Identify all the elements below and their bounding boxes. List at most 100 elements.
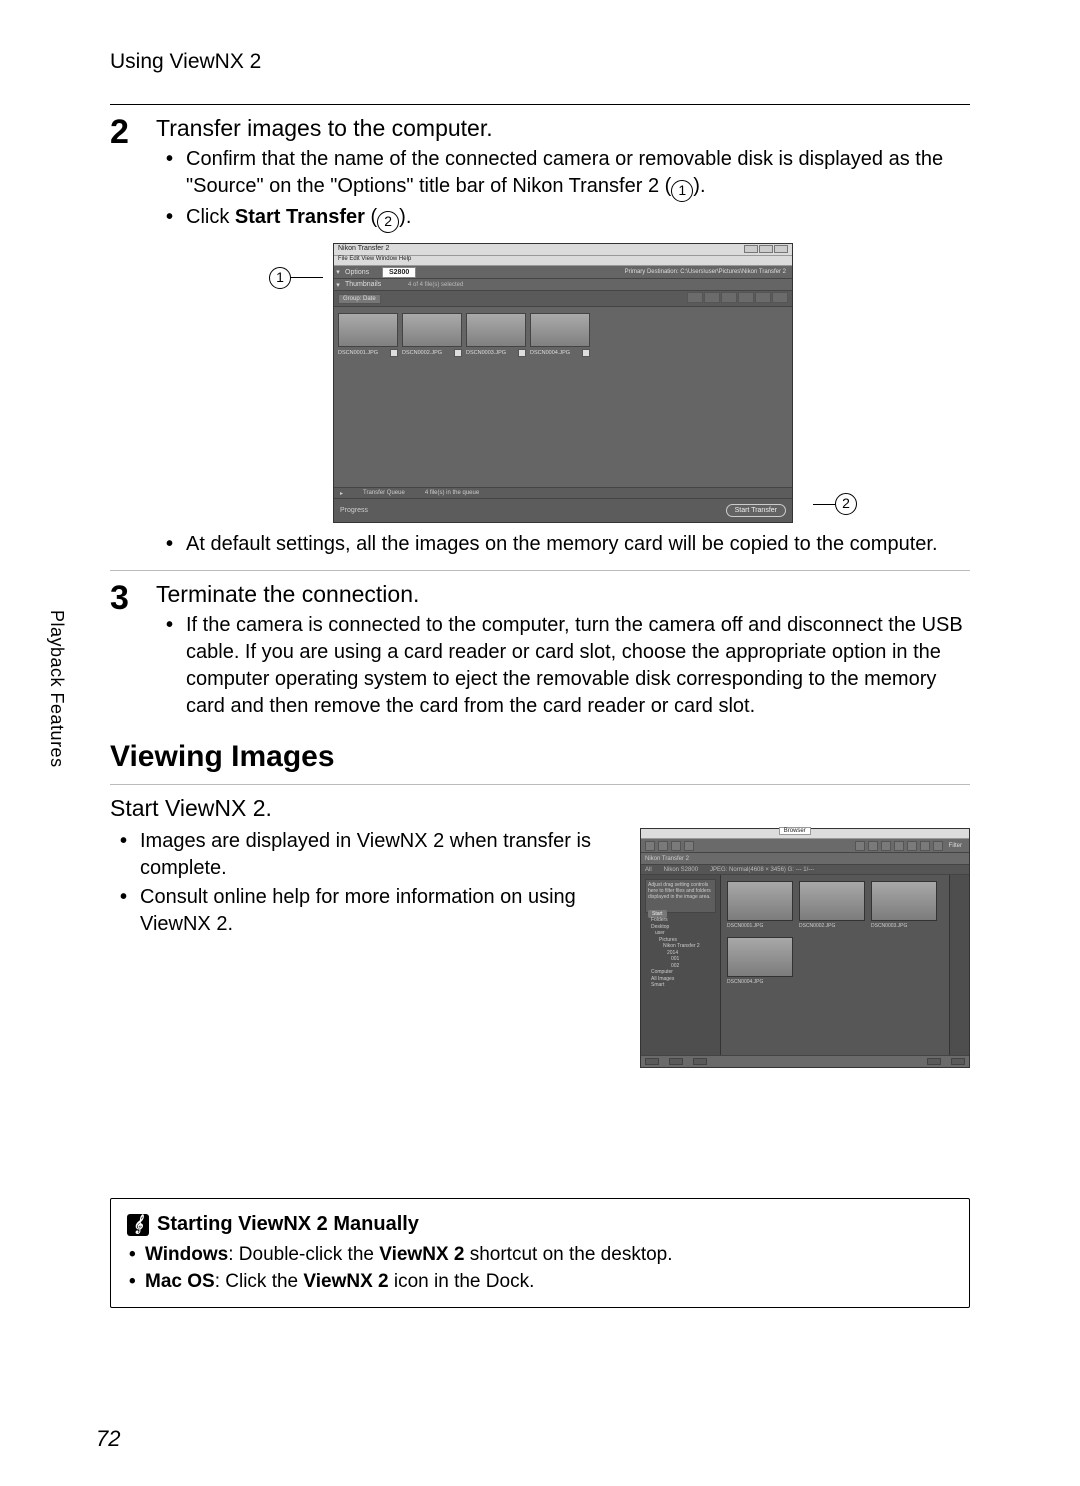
note-title: Starting ViewNX 2 Manually bbox=[157, 1213, 419, 1236]
vnx2-thumbnail-area: DSCN0001.JPG DSCN0002.JPG DSCN0003.JPG D… bbox=[721, 875, 949, 1055]
group-by-select[interactable]: Group: Date bbox=[338, 294, 381, 304]
thumbnail-item[interactable]: DSCN0004.JPG bbox=[727, 937, 793, 985]
thumbnail-name: DSCN0004.JPG bbox=[530, 350, 570, 356]
thumbnail-name: DSCN0002.JPG bbox=[799, 923, 865, 929]
thumbnail-image bbox=[402, 313, 462, 347]
thumbnail-image bbox=[727, 937, 793, 977]
thumbnail-item[interactable]: DSCN0002.JPG bbox=[402, 313, 462, 357]
progress-label: Progress bbox=[340, 507, 726, 514]
thumbnail-item[interactable]: DSCN0003.JPG bbox=[466, 313, 526, 357]
screenshot-nikon-transfer-2: 1 Nikon Transfer 2 File Edit View Window… bbox=[313, 243, 813, 523]
thumbnail-image bbox=[727, 881, 793, 921]
toolbar-icon[interactable] bbox=[894, 841, 904, 851]
step-2-bullet-2: Click Start Transfer (2). bbox=[166, 204, 970, 233]
vnx2-titlebar: Browser bbox=[641, 829, 969, 839]
divider bbox=[110, 104, 970, 105]
options-label: Options bbox=[342, 269, 382, 276]
thumbnail-item[interactable]: DSCN0003.JPG bbox=[871, 881, 937, 929]
status-segment[interactable] bbox=[669, 1058, 683, 1065]
sidebar-panel: Adjust drag setting controls here to fil… bbox=[645, 879, 716, 913]
step-3-heading: Terminate the connection. bbox=[156, 581, 970, 608]
thumbnail-name: DSCN0004.JPG bbox=[727, 979, 793, 985]
collapse-icon[interactable]: ▸ bbox=[340, 490, 343, 497]
thumbnail-item[interactable]: DSCN0004.JPG bbox=[530, 313, 590, 357]
workspace-tab[interactable]: Browser bbox=[779, 827, 811, 835]
window-buttons[interactable] bbox=[743, 245, 788, 254]
filter-all[interactable]: All bbox=[645, 867, 652, 873]
toolbar-icon[interactable] bbox=[920, 841, 930, 851]
text: Click bbox=[186, 206, 235, 228]
toolbar-icon[interactable] bbox=[868, 841, 878, 851]
thumbnail-checkbox[interactable] bbox=[390, 349, 398, 357]
thumbnails-label: Thumbnails bbox=[342, 281, 402, 288]
thumbnail-item[interactable]: DSCN0001.JPG bbox=[338, 313, 398, 357]
callout-1-icon: 1 bbox=[269, 267, 291, 289]
options-destination-text: Primary Destination: C:\Users\user\Pictu… bbox=[416, 269, 792, 275]
vnx2-toolbar: Filter bbox=[641, 839, 969, 853]
status-segment[interactable] bbox=[645, 1058, 659, 1065]
toolbar-icon[interactable] bbox=[645, 841, 655, 851]
camera-name: Nikon S2800 bbox=[664, 867, 698, 873]
toolbar-icon[interactable] bbox=[684, 841, 694, 851]
thumbnail-name: DSCN0001.JPG bbox=[727, 923, 793, 929]
thumbnail-name: DSCN0003.JPG bbox=[871, 923, 937, 929]
viewing-bullet-2: Consult online help for more information… bbox=[120, 884, 600, 938]
nt2-queue-bar: ▸ Transfer Queue 4 file(s) in the queue bbox=[334, 487, 792, 498]
text: ). bbox=[693, 175, 705, 197]
thumbnail-checkbox[interactable] bbox=[582, 349, 590, 357]
toolbar-icon[interactable] bbox=[881, 841, 891, 851]
text: ). bbox=[399, 206, 411, 228]
callout-2-icon: 2 bbox=[835, 493, 857, 515]
nt2-bottom-bar: Progress Start Transfer bbox=[334, 498, 792, 522]
thumbnail-item[interactable]: DSCN0002.JPG bbox=[799, 881, 865, 929]
toolbar-icon[interactable] bbox=[907, 841, 917, 851]
breadcrumb[interactable]: Nikon Transfer 2 bbox=[645, 856, 689, 862]
status-segment[interactable] bbox=[693, 1058, 707, 1065]
text-bold: ViewNX 2 bbox=[303, 1271, 388, 1292]
text: : Click the bbox=[215, 1271, 304, 1292]
toolbar-icon[interactable] bbox=[658, 841, 668, 851]
toolbar-icon[interactable] bbox=[671, 841, 681, 851]
thumbnail-image bbox=[799, 881, 865, 921]
callout-ref-2-icon: 2 bbox=[377, 211, 399, 233]
window-title: Nikon Transfer 2 bbox=[338, 245, 389, 254]
thumbnail-checkbox[interactable] bbox=[518, 349, 526, 357]
queue-label: Transfer Queue bbox=[363, 490, 405, 496]
vnx2-status-bar bbox=[641, 1055, 969, 1067]
text-bold: Windows bbox=[145, 1244, 228, 1265]
toolbar-icon[interactable] bbox=[933, 841, 943, 851]
nt2-options-bar: ▾ Options S2800 Primary Destination: C:\… bbox=[334, 266, 792, 279]
nt2-menu-bar[interactable]: File Edit View Window Help bbox=[334, 256, 792, 266]
image-info: JPEG: Normal(4608 × 3456) G: --- 1/--- bbox=[710, 867, 814, 873]
thumbnail-item[interactable]: DSCN0001.JPG bbox=[727, 881, 793, 929]
page-number: 72 bbox=[96, 1426, 120, 1452]
text: Confirm that the name of the connected c… bbox=[186, 148, 943, 197]
tree-item[interactable]: Smart bbox=[645, 982, 716, 989]
thumbnail-image bbox=[530, 313, 590, 347]
thumbnail-checkbox[interactable] bbox=[454, 349, 462, 357]
thumbnail-image bbox=[338, 313, 398, 347]
filter-label[interactable]: Filter bbox=[946, 843, 965, 849]
text-bold: Mac OS bbox=[145, 1271, 215, 1292]
step-2-heading: Transfer images to the computer. bbox=[156, 115, 970, 142]
vnx2-breadcrumb-bar: Nikon Transfer 2 bbox=[641, 853, 969, 865]
collapse-icon[interactable]: ▾ bbox=[334, 268, 342, 276]
text: shortcut on the desktop. bbox=[464, 1244, 672, 1265]
start-transfer-button[interactable]: Start Transfer bbox=[726, 504, 786, 517]
text: icon in the Dock. bbox=[389, 1271, 535, 1292]
note-icon: 𝄞 bbox=[127, 1214, 149, 1236]
thumbnail-image bbox=[466, 313, 526, 347]
collapse-icon[interactable]: ▾ bbox=[334, 281, 342, 289]
vnx2-sidebar: Adjust drag setting controls here to fil… bbox=[641, 875, 721, 1055]
thumbnail-image bbox=[871, 881, 937, 921]
step-2-number: 2 bbox=[110, 115, 156, 560]
toolbar-icon[interactable] bbox=[855, 841, 865, 851]
status-segment[interactable] bbox=[951, 1058, 965, 1065]
step-3-bullet-1: If the camera is connected to the comput… bbox=[166, 612, 970, 720]
status-segment[interactable] bbox=[927, 1058, 941, 1065]
folder-tree[interactable]: Folders Desktop user Pictures Nikon Tran… bbox=[645, 917, 716, 989]
thumbnail-name: DSCN0003.JPG bbox=[466, 350, 506, 356]
queue-count: 4 file(s) in the queue bbox=[425, 490, 479, 496]
source-field[interactable]: S2800 bbox=[382, 267, 416, 278]
toolbar-buttons[interactable] bbox=[686, 292, 788, 305]
